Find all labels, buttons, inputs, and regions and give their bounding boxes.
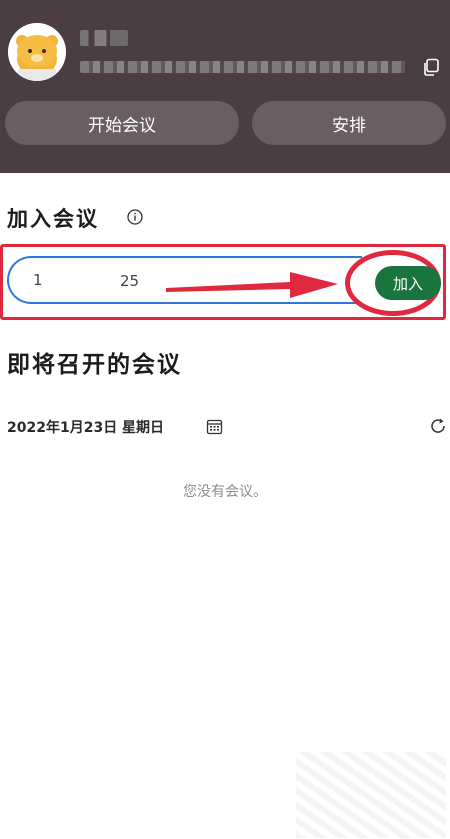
start-meeting-button[interactable]: 开始会议 xyxy=(5,101,239,145)
meeting-id-tail: 25 xyxy=(120,272,140,290)
annotation-arrow-icon xyxy=(166,272,338,298)
info-icon[interactable] xyxy=(127,209,143,225)
cartoon-bear-avatar-icon xyxy=(8,23,66,81)
upcoming-meetings-title: 即将召开的会议 xyxy=(7,352,182,378)
watermark xyxy=(296,752,446,838)
no-meetings-message: 您没有会议。 xyxy=(183,484,267,500)
user-name-redacted xyxy=(80,30,128,46)
app-header: 开始会议 安排 xyxy=(0,0,450,173)
copy-icon[interactable] xyxy=(422,58,440,76)
user-avatar[interactable] xyxy=(8,23,66,81)
date-label: 2022年1月23日 星期日 xyxy=(7,420,165,436)
join-button[interactable]: 加入 xyxy=(375,266,441,300)
schedule-button[interactable]: 安排 xyxy=(252,101,446,145)
join-meeting-title: 加入会议 xyxy=(7,207,99,231)
personal-meeting-link-redacted xyxy=(80,61,405,73)
refresh-icon[interactable] xyxy=(429,417,447,435)
calendar-icon[interactable] xyxy=(206,418,223,435)
